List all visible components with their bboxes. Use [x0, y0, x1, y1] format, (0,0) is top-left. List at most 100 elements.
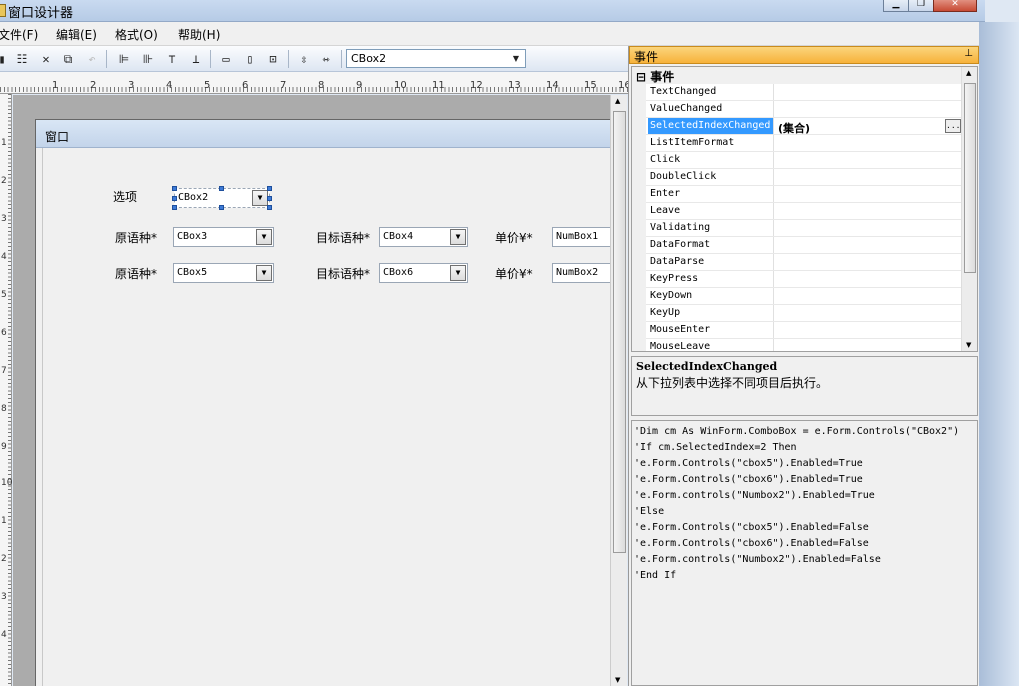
combo-value: CBox5: [177, 267, 208, 278]
align-left-icon[interactable]: ⊫: [116, 51, 132, 67]
description-title: SelectedIndexChanged: [636, 360, 778, 373]
event-grid[interactable]: ⊟ 事件 TextChanged ValueChanged SelectedIn…: [631, 66, 978, 352]
ruler-label: 10: [394, 80, 407, 91]
chevron-down-icon[interactable]: ▼: [252, 190, 268, 206]
minimize-button[interactable]: ▁: [883, 0, 909, 12]
resize-handle[interactable]: [172, 205, 177, 210]
pin-icon[interactable]: ⊥: [964, 48, 973, 59]
event-row[interactable]: ValueChanged: [632, 101, 977, 118]
ruler-label: 3: [1, 214, 7, 224]
horizontal-spacing-icon[interactable]: ⇿: [318, 51, 334, 67]
resize-handle[interactable]: [219, 186, 224, 191]
align-bottom-icon[interactable]: ⊥: [188, 51, 204, 67]
window-border: [979, 22, 1019, 686]
ruler-label: 9: [356, 80, 363, 91]
app-icon: [0, 4, 6, 17]
event-name: Click: [648, 152, 774, 168]
chevron-down-icon[interactable]: ▼: [450, 265, 466, 281]
event-row[interactable]: Click: [632, 152, 977, 169]
form-body[interactable]: 选项 CBox2 ▼ 原语种* CBox3 ▼ 目标语种* CBox4 ▼ 单价…: [42, 148, 625, 686]
scroll-thumb[interactable]: [613, 111, 626, 553]
window-controls: ▁ ❐ ✕: [883, 0, 977, 12]
menu-edit[interactable]: 编辑(E): [56, 26, 97, 43]
same-height-icon[interactable]: ▯: [242, 51, 258, 67]
event-row[interactable]: KeyDown: [632, 288, 977, 305]
event-row[interactable]: MouseEnter: [632, 322, 977, 339]
scroll-up-icon[interactable]: ▲: [966, 69, 971, 77]
event-name: KeyUp: [648, 305, 774, 321]
event-value[interactable]: (集合): [778, 120, 810, 136]
delete-icon[interactable]: ✕: [38, 51, 54, 67]
event-row[interactable]: ListItemFormat: [632, 135, 977, 152]
ruler-label: 14: [546, 80, 559, 91]
menu-file[interactable]: 文件(F): [0, 26, 38, 43]
ruler-label: 1: [1, 138, 7, 148]
undo-icon[interactable]: ↶: [84, 51, 100, 67]
event-row[interactable]: DoubleClick: [632, 169, 977, 186]
event-row[interactable]: Leave: [632, 203, 977, 220]
object-select-dropdown[interactable]: CBox2 ▼: [346, 49, 526, 68]
resize-handle[interactable]: [267, 205, 272, 210]
scroll-down-icon[interactable]: ▼: [966, 341, 971, 349]
design-form[interactable]: 窗口 选项 CBox2 ▼ 原语种* CBox3 ▼ 目标语种* CBox4 ▼…: [35, 119, 625, 686]
align-top-icon[interactable]: ⊤: [164, 51, 180, 67]
resize-handle[interactable]: [172, 186, 177, 191]
scroll-thumb[interactable]: [964, 83, 976, 273]
row-gutter: [632, 305, 646, 322]
ruler-label: 2: [90, 80, 97, 91]
menu-format[interactable]: 格式(O): [115, 26, 158, 43]
menu-help[interactable]: 帮助(H): [178, 26, 220, 43]
ruler-label: 12: [470, 80, 483, 91]
target-language-combo[interactable]: CBox4 ▼: [379, 227, 468, 247]
maximize-button[interactable]: ❐: [908, 0, 934, 12]
event-grid-scrollbar[interactable]: ▲ ▼: [961, 67, 977, 351]
save-icon[interactable]: ▮: [0, 51, 10, 67]
source-language-label: 原语种*: [115, 267, 158, 281]
align-right-icon[interactable]: ⊪: [140, 51, 156, 67]
same-size-icon[interactable]: ⊡: [265, 51, 281, 67]
combo-value: CBox6: [383, 267, 414, 278]
event-row[interactable]: DataParse: [632, 254, 977, 271]
event-name: DoubleClick: [648, 169, 774, 185]
copy-icon[interactable]: ⧉: [60, 51, 76, 67]
chevron-down-icon[interactable]: ▼: [256, 229, 272, 245]
description-text: 从下拉列表中选择不同项目后执行。: [636, 376, 829, 390]
scroll-up-icon[interactable]: ▲: [615, 97, 620, 105]
ruler-label: 7: [280, 80, 287, 91]
resize-handle[interactable]: [219, 205, 224, 210]
same-width-icon[interactable]: ▭: [218, 51, 234, 67]
resize-handle[interactable]: [172, 196, 177, 201]
source-language-combo[interactable]: CBox3 ▼: [173, 227, 274, 247]
code-editor[interactable]: 'Dim cm As WinForm.ComboBox = e.Form.Con…: [631, 420, 978, 686]
scroll-down-icon[interactable]: ▼: [615, 676, 620, 684]
form-title: 窗口: [36, 120, 625, 148]
target-language-combo[interactable]: CBox6 ▼: [379, 263, 468, 283]
event-name: KeyPress: [648, 271, 774, 287]
row-gutter: [632, 339, 646, 351]
canvas-vertical-scrollbar[interactable]: ▲ ▼: [610, 95, 627, 686]
ruler-label: 5: [204, 80, 211, 91]
collapse-icon[interactable]: ⊟: [636, 70, 646, 84]
event-row[interactable]: MouseLeave: [632, 339, 977, 351]
event-row[interactable]: Enter: [632, 186, 977, 203]
ellipsis-button[interactable]: ...: [945, 119, 961, 133]
event-row-selected[interactable]: SelectedIndexChanged (集合) ...: [632, 118, 977, 135]
resize-handle[interactable]: [267, 186, 272, 191]
vertical-spacing-icon[interactable]: ⇳: [296, 51, 312, 67]
event-row[interactable]: DataFormat: [632, 237, 977, 254]
unit-price-label: 单价¥*: [495, 267, 533, 281]
event-name: Enter: [648, 186, 774, 202]
source-language-combo[interactable]: CBox5 ▼: [173, 263, 274, 283]
event-row[interactable]: Validating: [632, 220, 977, 237]
resize-handle[interactable]: [267, 196, 272, 201]
close-button[interactable]: ✕: [933, 0, 977, 12]
row-gutter: [632, 169, 646, 186]
event-row[interactable]: TextChanged: [632, 84, 977, 101]
chevron-down-icon[interactable]: ▼: [450, 229, 466, 245]
chevron-down-icon[interactable]: ▼: [256, 265, 272, 281]
properties-icon[interactable]: ☷: [14, 51, 30, 67]
design-canvas[interactable]: 窗口 选项 CBox2 ▼ 原语种* CBox3 ▼ 目标语种* CBox4 ▼…: [13, 95, 625, 686]
event-row[interactable]: KeyPress: [632, 271, 977, 288]
event-category[interactable]: ⊟ 事件: [632, 67, 977, 84]
event-row[interactable]: KeyUp: [632, 305, 977, 322]
